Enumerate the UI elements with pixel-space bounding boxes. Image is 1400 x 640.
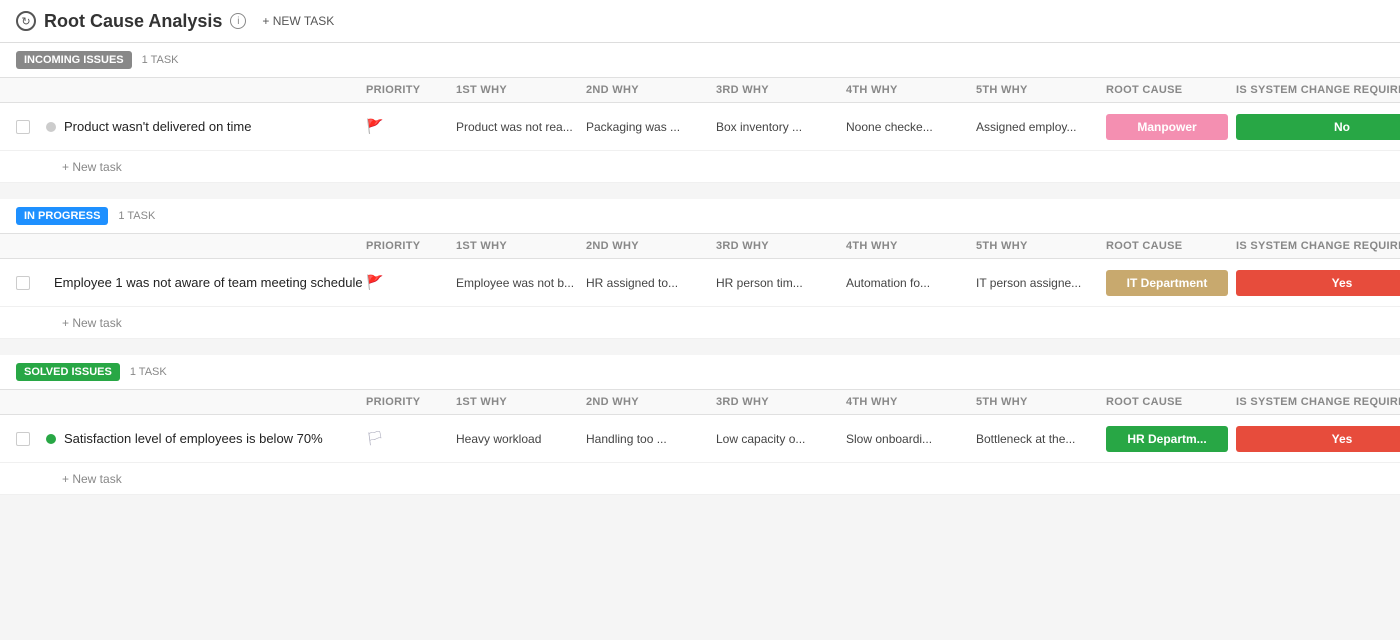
section-spacer	[0, 339, 1400, 355]
section-header-solved: SOLVED ISSUES 1 TASK	[0, 355, 1400, 390]
col-task	[46, 240, 366, 252]
new-task-link-inprogress[interactable]: + New task	[62, 316, 122, 330]
col-why3: 3RD WHY	[716, 84, 846, 96]
row-why2: Handling too ...	[586, 432, 716, 446]
row-root-cause: HR Departm...	[1106, 426, 1236, 452]
col-why5: 5TH WHY	[976, 396, 1106, 408]
status-dot	[46, 434, 56, 444]
new-task-row-incoming: + New task	[0, 151, 1400, 183]
info-icon[interactable]: i	[230, 13, 246, 29]
table-row: Satisfaction level of employees is below…	[0, 415, 1400, 463]
flag-icon: 🏳	[366, 430, 384, 446]
row-checkbox[interactable]	[16, 120, 46, 134]
row-why4: Automation fo...	[846, 276, 976, 290]
new-task-link-incoming[interactable]: + New task	[62, 160, 122, 174]
col-why2: 2ND WHY	[586, 240, 716, 252]
header: ↻ Root Cause Analysis i + NEW TASK	[0, 0, 1400, 43]
col-root-cause: ROOT CAUSE	[1106, 84, 1236, 96]
col-sys-change: IS SYSTEM CHANGE REQUIRED?	[1236, 240, 1400, 252]
task-count-solved: 1 TASK	[130, 366, 167, 378]
row-why3: Low capacity o...	[716, 432, 846, 446]
row-why1: Employee was not b...	[456, 276, 586, 290]
task-name-text[interactable]: Satisfaction level of employees is below…	[64, 431, 323, 446]
col-task	[46, 396, 366, 408]
col-check	[16, 84, 46, 96]
row-why3: Box inventory ...	[716, 120, 846, 134]
table-row: Employee 1 was not aware of team meeting…	[0, 259, 1400, 307]
flag-icon: 🚩	[366, 118, 383, 134]
col-why3: 3RD WHY	[716, 240, 846, 252]
col-why1: 1ST WHY	[456, 240, 586, 252]
section-badge-incoming: INCOMING ISSUES	[16, 51, 132, 69]
col-why1: 1ST WHY	[456, 84, 586, 96]
section-badge-solved: SOLVED ISSUES	[16, 363, 120, 381]
row-checkbox[interactable]	[16, 276, 46, 290]
col-why2: 2ND WHY	[586, 84, 716, 96]
col-priority: PRIORITY	[366, 84, 456, 96]
col-why4: 4TH WHY	[846, 240, 976, 252]
back-icon[interactable]: ↻	[16, 11, 36, 31]
col-sys-change: IS SYSTEM CHANGE REQUIRED?	[1236, 396, 1400, 408]
section-badge-inprogress: IN PROGRESS	[16, 207, 108, 225]
task-name-text[interactable]: Employee 1 was not aware of team meeting…	[54, 275, 363, 290]
new-task-link-solved[interactable]: + New task	[62, 472, 122, 486]
page-title: Root Cause Analysis	[44, 11, 222, 32]
col-why5: 5TH WHY	[976, 84, 1106, 96]
col-task	[46, 84, 366, 96]
row-root-cause: IT Department	[1106, 270, 1236, 296]
row-priority: 🚩	[366, 118, 456, 135]
row-why3: HR person tim...	[716, 276, 846, 290]
col-why4: 4TH WHY	[846, 396, 976, 408]
row-root-cause: Manpower	[1106, 114, 1236, 140]
new-task-row-solved: + New task	[0, 463, 1400, 495]
col-why3: 3RD WHY	[716, 396, 846, 408]
row-task-name: Employee 1 was not aware of team meeting…	[46, 275, 366, 290]
task-name-text[interactable]: Product wasn't delivered on time	[64, 119, 251, 134]
row-why5: Bottleneck at the...	[976, 432, 1106, 446]
new-task-row-inprogress: + New task	[0, 307, 1400, 339]
row-why4: Slow onboardi...	[846, 432, 976, 446]
new-task-button[interactable]: + NEW TASK	[254, 10, 342, 32]
col-root-cause: ROOT CAUSE	[1106, 240, 1236, 252]
row-why1: Product was not rea...	[456, 120, 586, 134]
row-why5: IT person assigne...	[976, 276, 1106, 290]
row-task-name: Product wasn't delivered on time	[46, 119, 366, 134]
col-check	[16, 396, 46, 408]
row-checkbox[interactable]	[16, 432, 46, 446]
row-why2: Packaging was ...	[586, 120, 716, 134]
row-why1: Heavy workload	[456, 432, 586, 446]
table-row: Product wasn't delivered on time 🚩 Produ…	[0, 103, 1400, 151]
row-why5: Assigned employ...	[976, 120, 1106, 134]
row-priority: 🚩	[366, 274, 456, 291]
row-why4: Noone checke...	[846, 120, 976, 134]
status-dot	[46, 122, 56, 132]
col-priority: PRIORITY	[366, 396, 456, 408]
col-why4: 4TH WHY	[846, 84, 976, 96]
col-why5: 5TH WHY	[976, 240, 1106, 252]
task-count-inprogress: 1 TASK	[118, 210, 155, 222]
col-priority: PRIORITY	[366, 240, 456, 252]
task-count-incoming: 1 TASK	[142, 54, 179, 66]
row-sys-change: No	[1236, 114, 1400, 140]
col-header-inprogress: PRIORITY 1ST WHY 2ND WHY 3RD WHY 4TH WHY…	[0, 234, 1400, 259]
col-check	[16, 240, 46, 252]
col-sys-change: IS SYSTEM CHANGE REQUIRED?	[1236, 84, 1400, 96]
col-header-solved: PRIORITY 1ST WHY 2ND WHY 3RD WHY 4TH WHY…	[0, 390, 1400, 415]
col-why1: 1ST WHY	[456, 396, 586, 408]
section-spacer	[0, 183, 1400, 199]
row-sys-change: Yes	[1236, 426, 1400, 452]
col-why2: 2ND WHY	[586, 396, 716, 408]
main-content: INCOMING ISSUES 1 TASK PRIORITY 1ST WHY …	[0, 43, 1400, 495]
col-root-cause: ROOT CAUSE	[1106, 396, 1236, 408]
row-sys-change: Yes	[1236, 270, 1400, 296]
row-why2: HR assigned to...	[586, 276, 716, 290]
col-header-incoming: PRIORITY 1ST WHY 2ND WHY 3RD WHY 4TH WHY…	[0, 78, 1400, 103]
row-task-name: Satisfaction level of employees is below…	[46, 431, 366, 446]
flag-icon: 🚩	[366, 274, 383, 290]
section-header-incoming: INCOMING ISSUES 1 TASK	[0, 43, 1400, 78]
row-priority: 🏳	[366, 430, 456, 447]
section-header-inprogress: IN PROGRESS 1 TASK	[0, 199, 1400, 234]
